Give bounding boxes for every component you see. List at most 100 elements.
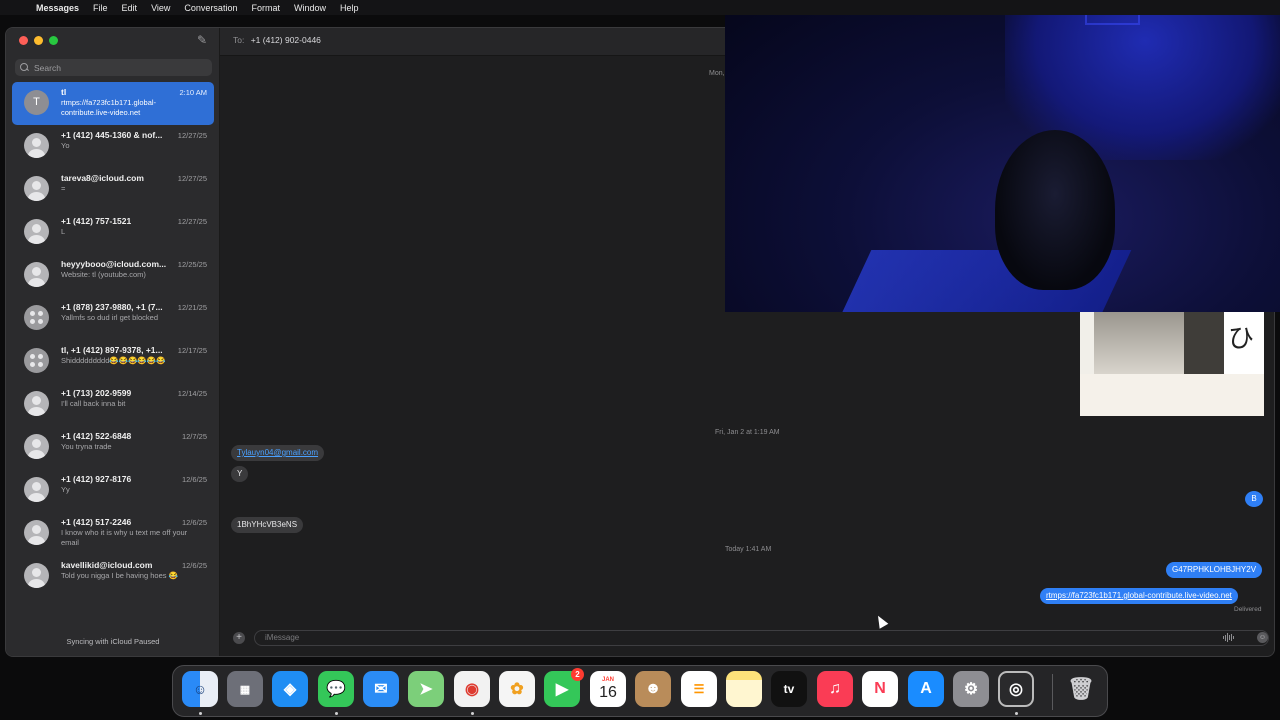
close-window-button[interactable] xyxy=(19,36,28,45)
message-input[interactable]: iMessage xyxy=(254,630,1269,646)
avatar xyxy=(24,391,49,416)
menu-bar: Messages File Edit View Conversation For… xyxy=(0,0,1280,15)
calendar-month: JAN xyxy=(601,677,614,683)
conversation-item[interactable]: +1 (412) 517-2246 12/6/25 I know who it … xyxy=(12,512,214,555)
contacts-icon[interactable]: ☻ xyxy=(635,671,671,707)
menu-app-name[interactable]: Messages xyxy=(36,3,79,13)
conversation-preview: Shiddddddddd😂😂😂😂😂😂 xyxy=(61,356,166,365)
news-icon[interactable]: N xyxy=(862,671,898,707)
video-self-view[interactable]: ひ xyxy=(1080,312,1264,416)
menu-edit[interactable]: Edit xyxy=(122,3,138,13)
app-store-icon[interactable]: A xyxy=(908,671,944,707)
conversation-name: tl xyxy=(61,87,67,97)
conversation-item[interactable]: +1 (412) 445-1360 & nof... 12/27/25 Yo xyxy=(12,125,214,168)
conversation-item[interactable]: +1 (412) 522-6848 12/7/25 You tryna trad… xyxy=(12,426,214,469)
conversation-preview: Told you nigga I be having hoes 😂 xyxy=(61,571,178,580)
conversation-item[interactable]: tareva8@icloud.com 12/27/25 = xyxy=(12,168,214,211)
conversation-item[interactable]: tl, +1 (412) 897-9378, +1... 12/17/25 Sh… xyxy=(12,340,214,383)
apps-plus-button[interactable]: + xyxy=(233,632,245,644)
message-bubble-outgoing[interactable]: G47RPHKLOHBJHY2V xyxy=(1166,562,1263,578)
reminders-icon[interactable]: ☰ xyxy=(681,671,717,707)
avatar xyxy=(24,133,49,158)
conversation-item[interactable]: +1 (412) 927-8176 12/6/25 Yy xyxy=(12,469,214,512)
conversation-name: +1 (412) 517-2246 xyxy=(61,517,132,527)
conversation-item[interactable]: kavellikid@icloud.com 12/6/25 Told you n… xyxy=(12,555,214,598)
conversation-date: 12/21/25 xyxy=(177,303,207,312)
message-bubble-incoming[interactable]: Y xyxy=(231,466,249,482)
timestamp-today: Today 1:41 AM xyxy=(725,546,772,553)
safari-icon[interactable]: ◈ xyxy=(272,671,308,707)
launchpad-icon[interactable]: ▦ xyxy=(227,671,263,707)
running-indicator xyxy=(335,712,338,715)
avatar xyxy=(24,477,49,502)
conversation-date: 12/17/25 xyxy=(177,346,207,355)
mail-icon[interactable]: ✉ xyxy=(363,671,399,707)
conversation-name: +1 (412) 445-1360 & nof... xyxy=(61,130,163,140)
notes-icon[interactable] xyxy=(726,671,762,707)
conversation-date: 12/6/25 xyxy=(181,561,207,570)
email-link[interactable]: Tylauyn04@gmail.com xyxy=(237,448,318,457)
menu-conversation[interactable]: Conversation xyxy=(184,3,237,13)
sidebar: ✎ Search T tl 2:10 AM rtmps://fa723fc1b1… xyxy=(6,28,220,656)
apple-tv-icon[interactable]: tv xyxy=(771,671,807,707)
conversation-date: 12/6/25 xyxy=(181,475,207,484)
photos-icon[interactable]: ✿ xyxy=(499,671,535,707)
conversation-item[interactable]: +1 (878) 237-9880, +1 (7... 12/21/25 Yal… xyxy=(12,297,214,340)
finder-icon[interactable]: ☺ xyxy=(182,671,218,707)
stream-link[interactable]: rtmps://fa723fc1b171.global-contribute.l… xyxy=(1046,591,1232,600)
message-bubble-incoming[interactable]: 1BhYHcVB3eNS xyxy=(231,517,304,533)
search-input[interactable]: Search xyxy=(15,59,212,76)
chrome-icon[interactable]: ◉ xyxy=(454,671,490,707)
conversation-list: T tl 2:10 AM rtmps://fa723fc1b171.global… xyxy=(12,82,214,598)
video-call-feed[interactable] xyxy=(725,0,1280,312)
message-bubble-outgoing[interactable]: B xyxy=(1245,491,1263,507)
conversation-date: 12/25/25 xyxy=(177,260,207,269)
trash-icon[interactable]: 🗑 xyxy=(1063,671,1099,707)
conversation-name: heyyybooo@icloud.com... xyxy=(61,259,167,269)
messages-icon[interactable]: 💬 xyxy=(318,671,354,707)
message-bubble-incoming[interactable]: Tylauyn04@gmail.com xyxy=(231,445,325,461)
message-input-bar: + iMessage ☺ xyxy=(220,628,1274,650)
emoji-button[interactable]: ☺ xyxy=(1257,632,1268,643)
menu-file[interactable]: File xyxy=(93,3,108,13)
recipient-field[interactable]: +1 (412) 902-0446 xyxy=(251,35,321,45)
conversation-item[interactable]: +1 (412) 757-1521 12/27/25 L xyxy=(12,211,214,254)
conversation-preview: = xyxy=(61,184,66,193)
running-indicator xyxy=(471,712,474,715)
conversation-name: +1 (412) 757-1521 xyxy=(61,216,132,226)
conversation-name: +1 (713) 202-9599 xyxy=(61,388,132,398)
maps-icon[interactable]: ➤ xyxy=(408,671,444,707)
conversation-item[interactable]: +1 (713) 202-9599 12/14/25 I'll call bac… xyxy=(12,383,214,426)
conversation-item[interactable]: heyyybooo@icloud.com... 12/25/25 Website… xyxy=(12,254,214,297)
obs-icon[interactable]: ◎ xyxy=(998,671,1034,707)
conversation-item[interactable]: T tl 2:10 AM rtmps://fa723fc1b171.global… xyxy=(12,82,214,125)
running-indicator xyxy=(199,712,202,715)
running-indicator xyxy=(1015,712,1018,715)
menu-view[interactable]: View xyxy=(151,3,170,13)
music-icon[interactable]: ♫ xyxy=(817,671,853,707)
conversation-preview: I'll call back inna bit xyxy=(61,399,126,408)
conversation-preview: I know who it is why u text me off your … xyxy=(61,528,188,547)
search-icon xyxy=(20,63,29,72)
sync-status: Syncing with iCloud Paused xyxy=(66,637,160,646)
minimize-window-button[interactable] xyxy=(34,36,43,45)
compose-icon[interactable]: ✎ xyxy=(195,33,209,47)
avatar xyxy=(24,219,49,244)
system-settings-icon[interactable]: ⚙ xyxy=(953,671,989,707)
delivered-status: Delivered xyxy=(1234,606,1262,613)
calendar-icon[interactable]: JAN 16 xyxy=(590,671,626,707)
pip-floor xyxy=(1080,374,1264,416)
audio-message-icon[interactable] xyxy=(1223,633,1235,642)
menu-format[interactable]: Format xyxy=(251,3,280,13)
avatar xyxy=(24,262,49,287)
zoom-window-button[interactable] xyxy=(49,36,58,45)
message-bubble-outgoing[interactable]: rtmps://fa723fc1b171.global-contribute.l… xyxy=(1040,588,1238,604)
conversation-preview: Website: tl (youtube.com) xyxy=(61,270,146,279)
conversation-date: 12/27/25 xyxy=(177,131,207,140)
menu-window[interactable]: Window xyxy=(294,3,326,13)
facetime-icon[interactable]: ▶ 2 xyxy=(544,668,584,707)
menu-help[interactable]: Help xyxy=(340,3,359,13)
dock: ☺ ▦ ◈ 💬 ✉ ➤ ◉ ✿ ▶ 2 JAN 16 ☻ ☰ tv ♫ N A … xyxy=(172,665,1108,717)
calendar-day: 16 xyxy=(599,684,617,701)
conversation-date: 12/7/25 xyxy=(181,432,207,441)
